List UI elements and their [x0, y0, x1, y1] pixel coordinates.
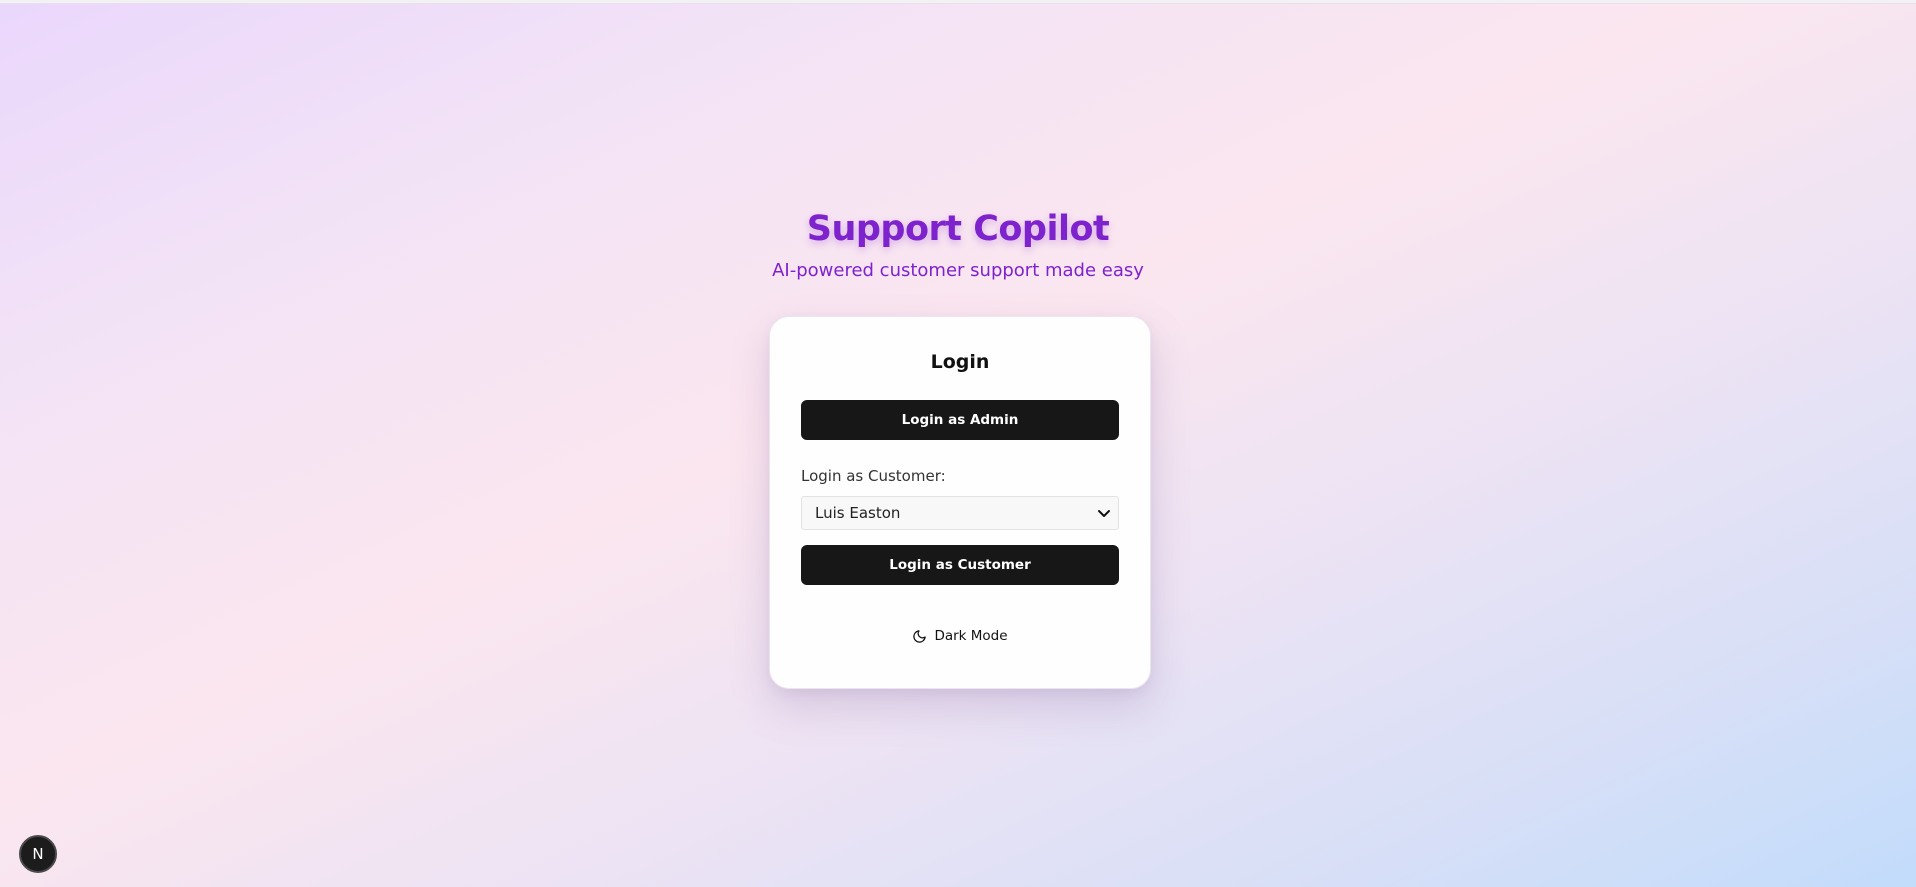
- moon-icon: [913, 629, 927, 643]
- customer-select[interactable]: Luis Easton: [801, 496, 1119, 530]
- dark-mode-label: Dark Mode: [934, 628, 1008, 644]
- page-header: Support Copilot AI-powered customer supp…: [0, 204, 1916, 284]
- app-subtitle: AI-powered customer support made easy: [772, 260, 1144, 281]
- login-title: Login: [930, 351, 990, 373]
- customer-select-label: Login as Customer:: [801, 467, 946, 485]
- chevron-down-icon: [1098, 510, 1110, 517]
- nextjs-letter: N: [32, 845, 44, 863]
- dark-mode-toggle[interactable]: Dark Mode: [770, 628, 1150, 644]
- login-admin-button[interactable]: Login as Admin: [801, 400, 1119, 440]
- login-card: Login Login as Admin Login as Customer: …: [769, 316, 1151, 689]
- nextjs-icon[interactable]: N: [19, 835, 57, 873]
- app-title: Support Copilot: [806, 209, 1110, 249]
- top-strip: [0, 0, 1916, 4]
- login-customer-button[interactable]: Login as Customer: [801, 545, 1119, 585]
- customer-select-value: Luis Easton: [815, 504, 901, 522]
